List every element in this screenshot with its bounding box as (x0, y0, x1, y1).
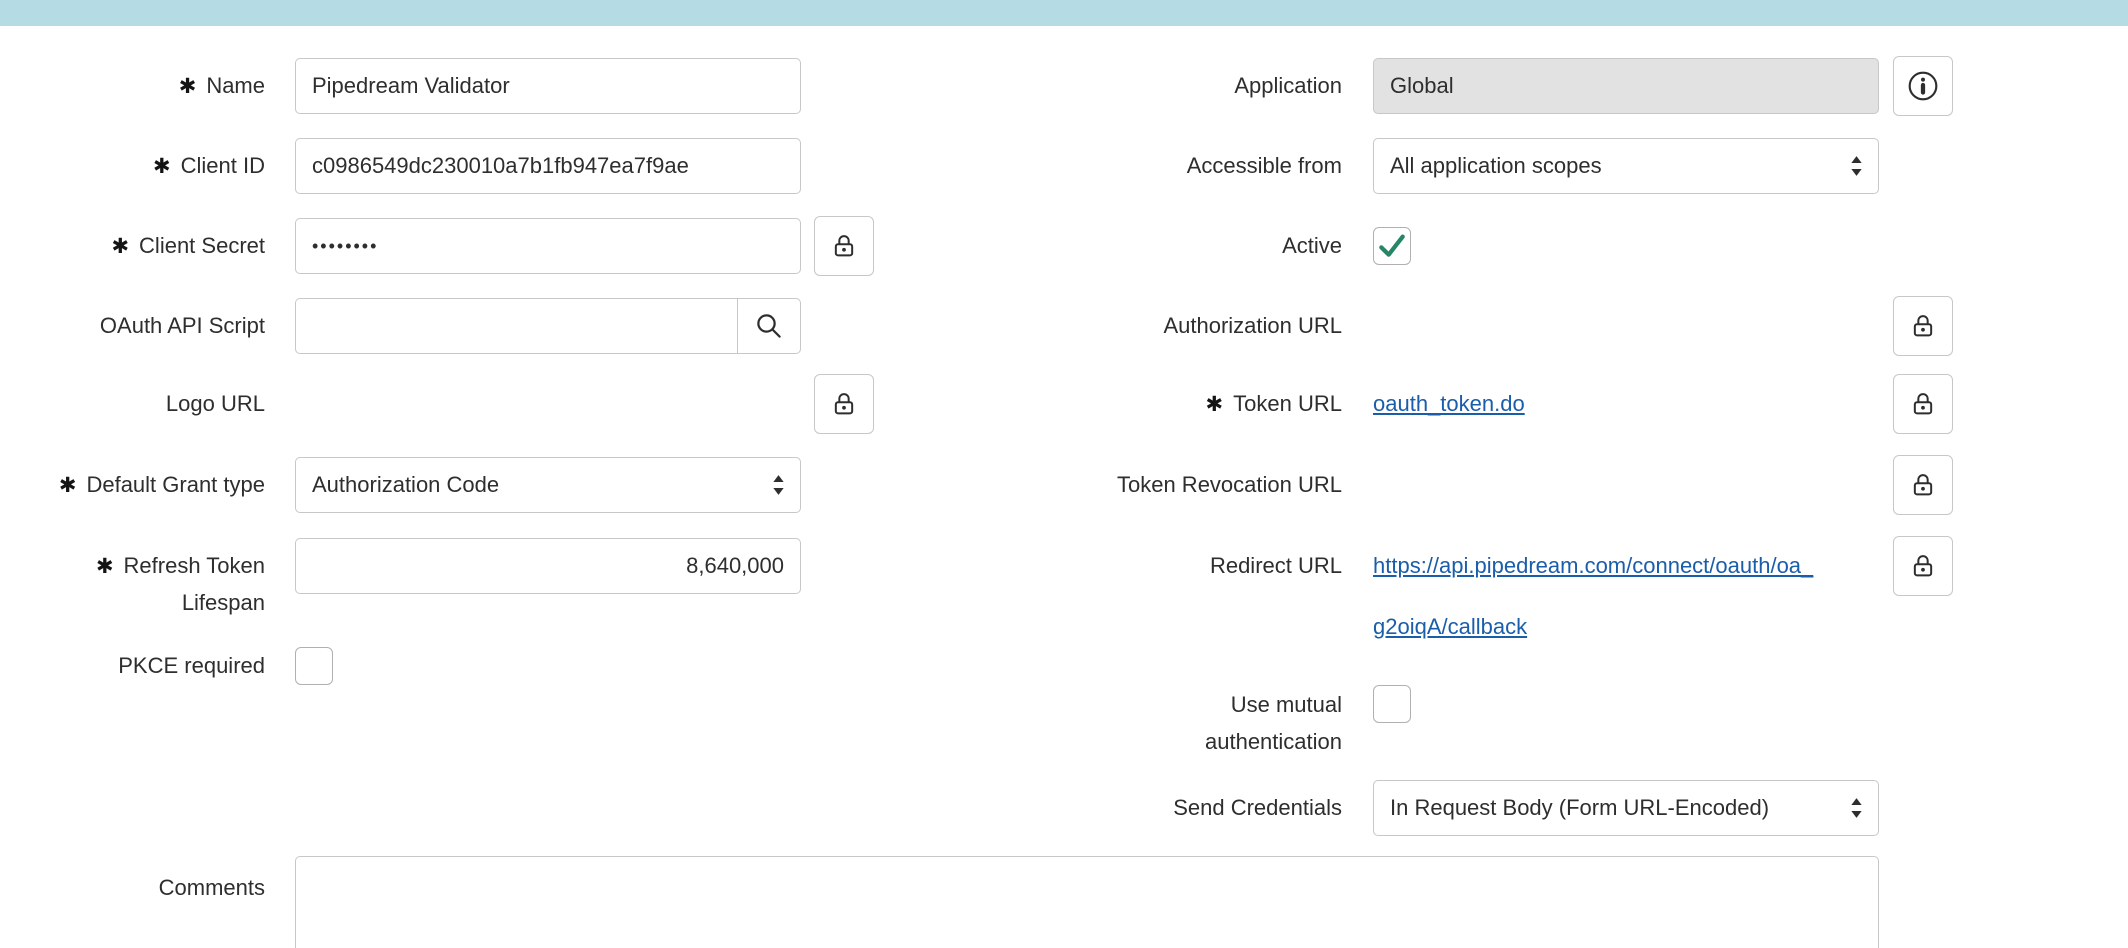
oauth-application-registry-form: ✱ Name ✱ Client ID ✱ Client Secret OAuth AP… (0, 0, 2128, 948)
client-id-label: ✱ Client ID (20, 148, 265, 184)
oauth-api-script-field (295, 298, 801, 354)
oauth-api-script-label-text: OAuth API Script (100, 313, 265, 338)
redirect-url-label: Redirect URL (1000, 548, 1342, 584)
accessible-from-label: Accessible from (1000, 148, 1342, 184)
application-readonly-field: Global (1373, 58, 1879, 114)
application-value: Global (1390, 73, 1454, 98)
pkce-required-label-text: PKCE required (118, 653, 265, 678)
send-credentials-select[interactable]: In Request Body (Form URL-Encoded) (1373, 780, 1879, 836)
client-id-label-text: Client ID (181, 153, 265, 178)
lock-icon (830, 390, 858, 418)
required-asterisk: ✱ (59, 468, 77, 504)
select-arrows-icon (1849, 795, 1864, 822)
default-grant-type-value: Authorization Code (312, 472, 499, 498)
send-credentials-value: In Request Body (Form URL-Encoded) (1390, 795, 1769, 821)
comments-label-text: Comments (159, 875, 265, 900)
use-mutual-authentication-label: Use mutual authentication (1000, 686, 1342, 760)
oauth-api-script-label: OAuth API Script (20, 308, 265, 344)
redirect-url-lock-button[interactable] (1893, 536, 1953, 596)
refresh-token-lifespan-label-line1: Refresh Token (124, 553, 265, 578)
lock-icon (1909, 471, 1937, 499)
comments-textarea[interactable] (295, 856, 1879, 948)
required-asterisk: ✱ (153, 149, 171, 185)
top-accent-bar (0, 0, 2128, 26)
application-label: Application (1000, 68, 1342, 104)
required-asterisk: ✱ (179, 69, 197, 105)
token-revocation-url-label: Token Revocation URL (1000, 467, 1342, 503)
redirect-url-link-line1[interactable]: https://api.pipedream.com/connect/oauth/… (1373, 548, 1889, 584)
logo-url-label: Logo URL (20, 386, 265, 422)
comments-label: Comments (20, 870, 265, 906)
refresh-token-lifespan-label-line2: Lifespan (20, 585, 265, 621)
required-asterisk: ✱ (96, 549, 114, 585)
info-icon (1907, 70, 1939, 102)
search-icon (754, 311, 784, 341)
client-secret-lock-button[interactable] (814, 216, 874, 276)
authorization-url-label-text: Authorization URL (1163, 313, 1342, 338)
token-url-label-text: Token URL (1233, 391, 1342, 416)
redirect-url-link[interactable]: https://api.pipedream.com/connect/oauth/… (1373, 548, 1889, 645)
default-grant-type-label-text: Default Grant type (86, 472, 265, 497)
accessible-from-select[interactable]: All application scopes (1373, 138, 1879, 194)
application-label-text: Application (1234, 73, 1342, 98)
send-credentials-label-text: Send Credentials (1173, 795, 1342, 820)
required-asterisk: ✱ (111, 229, 129, 265)
use-mutual-authentication-label-line2: authentication (1000, 723, 1342, 760)
name-label: ✱ Name (20, 68, 265, 104)
accessible-from-value: All application scopes (1390, 153, 1602, 179)
logo-url-lock-button[interactable] (814, 374, 874, 434)
active-checkbox[interactable] (1373, 227, 1411, 265)
application-info-button[interactable] (1893, 56, 1953, 116)
use-mutual-authentication-checkbox[interactable] (1373, 685, 1411, 723)
client-id-input[interactable] (295, 138, 801, 194)
lock-icon (1909, 312, 1937, 340)
client-secret-input[interactable] (295, 218, 801, 274)
authorization-url-label: Authorization URL (1000, 308, 1342, 344)
name-label-text: Name (206, 73, 265, 98)
token-url-link[interactable]: oauth_token.do (1373, 386, 1525, 422)
refresh-token-lifespan-label: ✱ Refresh Token Lifespan (20, 548, 265, 621)
select-arrows-icon (771, 472, 786, 499)
redirect-url-link-line2[interactable]: g2oiqA/callback (1373, 609, 1889, 645)
required-asterisk: ✱ (1206, 387, 1224, 423)
token-url-lock-button[interactable] (1893, 374, 1953, 434)
select-arrows-icon (1849, 153, 1864, 180)
active-label: Active (1000, 228, 1342, 264)
active-label-text: Active (1282, 233, 1342, 258)
default-grant-type-select[interactable]: Authorization Code (295, 457, 801, 513)
default-grant-type-label: ✱ Default Grant type (20, 467, 265, 503)
token-revocation-url-lock-button[interactable] (1893, 455, 1953, 515)
refresh-token-lifespan-input[interactable] (295, 538, 801, 594)
checkmark-icon (1376, 230, 1408, 262)
send-credentials-label: Send Credentials (1000, 790, 1342, 826)
client-secret-label: ✱ Client Secret (20, 228, 265, 264)
accessible-from-label-text: Accessible from (1187, 153, 1342, 178)
pkce-required-label: PKCE required (20, 648, 265, 684)
use-mutual-authentication-label-line1: Use mutual (1000, 686, 1342, 723)
lock-icon (830, 232, 858, 260)
client-secret-label-text: Client Secret (139, 233, 265, 258)
name-input[interactable] (295, 58, 801, 114)
redirect-url-label-text: Redirect URL (1210, 553, 1342, 578)
authorization-url-lock-button[interactable] (1893, 296, 1953, 356)
oauth-api-script-input[interactable] (295, 298, 737, 354)
lock-icon (1909, 552, 1937, 580)
oauth-api-script-lookup-button[interactable] (737, 298, 801, 354)
lock-icon (1909, 390, 1937, 418)
pkce-required-checkbox[interactable] (295, 647, 333, 685)
token-url-label: ✱ Token URL (1000, 386, 1342, 422)
logo-url-label-text: Logo URL (166, 391, 265, 416)
token-revocation-url-label-text: Token Revocation URL (1117, 472, 1342, 497)
